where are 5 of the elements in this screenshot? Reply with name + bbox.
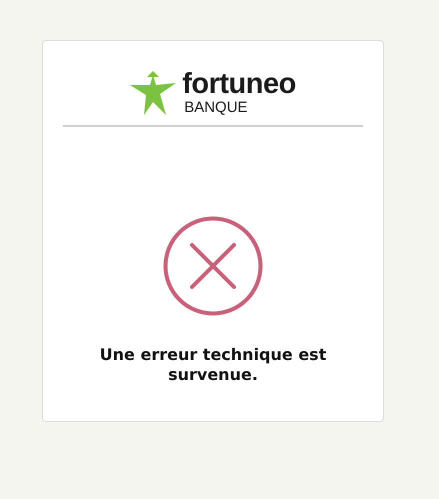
brand-name: fortuneo <box>182 69 296 99</box>
star-figure-icon <box>130 69 176 115</box>
error-icon <box>162 215 264 317</box>
error-message: Une erreur technique est survenue. <box>98 345 328 385</box>
brand-tagline: BANQUE <box>184 99 249 117</box>
